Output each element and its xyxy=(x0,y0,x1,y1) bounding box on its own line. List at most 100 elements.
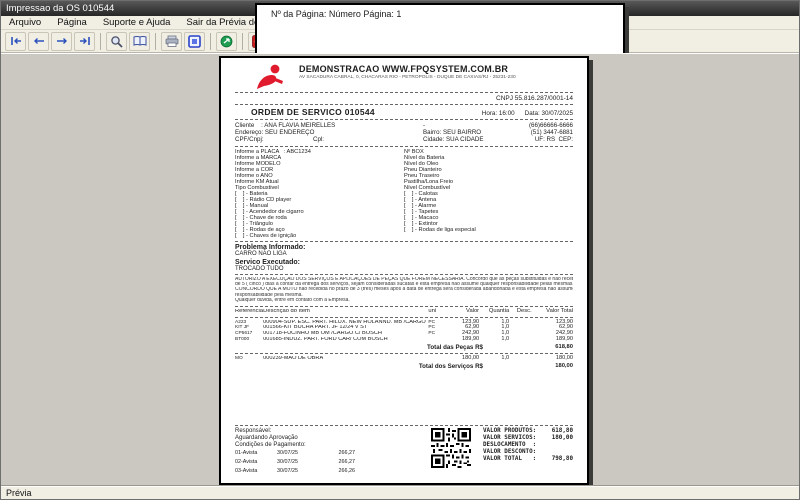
payment-value: 266,27 xyxy=(319,459,355,466)
item-total: 180,00 xyxy=(532,356,573,362)
payment-name: 02-Avista xyxy=(235,459,277,466)
toolbar-separator xyxy=(242,33,243,50)
payment-date: 30/07/25 xyxy=(277,468,319,475)
approval-status: Aguardando Aprovação xyxy=(235,435,395,442)
payment-value: 266,26 xyxy=(319,468,355,475)
total-value: 180,00 xyxy=(552,435,573,442)
prev-page-icon xyxy=(32,36,46,46)
item-ref: BT000 xyxy=(235,337,263,343)
divider xyxy=(235,92,573,93)
total-value: 618,80 xyxy=(552,428,573,435)
two-page-view-button[interactable] xyxy=(129,32,150,51)
last-page-icon xyxy=(78,36,92,46)
total-label: DESLOCAMENTO : xyxy=(483,442,536,449)
checklist-item: [ ] - Chaves de ignição xyxy=(235,233,404,239)
export-button[interactable] xyxy=(216,32,237,51)
first-page-icon xyxy=(9,36,23,46)
payment-name: 03-Avista xyxy=(235,468,277,475)
col-valor-total: Valor Total xyxy=(532,309,573,315)
client-phone2: (51) 3447-6881 xyxy=(531,129,573,136)
client-cpl: Cpl: xyxy=(313,136,423,143)
next-page-button[interactable] xyxy=(51,32,72,51)
problem-value: CARRO NÃO LIGA xyxy=(235,251,573,257)
total-label: VALOR PRODUTOS: xyxy=(483,428,536,435)
magnifier-icon xyxy=(110,35,123,48)
print-preview-window: Impressao da OS 010544 Arquivo Página Su… xyxy=(0,0,800,500)
preview-area[interactable]: DEMONSTRACAO WWW.FPQSYSTEM.COM.BR AV SAC… xyxy=(1,53,799,486)
order-date: Data: 30/07/2025 xyxy=(525,110,573,117)
print-setup-button[interactable] xyxy=(184,32,205,51)
prev-page-button[interactable] xyxy=(28,32,49,51)
status-label: Prévia xyxy=(6,488,32,498)
printer-icon xyxy=(165,35,179,47)
print-button[interactable] xyxy=(161,32,182,51)
divider xyxy=(235,104,573,105)
payment-row: 02-Avista 30/07/25 266,27 xyxy=(235,459,385,466)
parts-total-label: Total das Peças R$ xyxy=(427,344,483,351)
company-logo xyxy=(251,64,285,90)
service-label: Servico Executado: xyxy=(235,259,573,266)
services-total-value: 180,00 xyxy=(529,363,573,370)
payment-date: 30/07/25 xyxy=(277,459,319,466)
divider xyxy=(235,425,573,426)
divider xyxy=(235,483,573,484)
order-title: ORDEM DE SERVICO 010544 xyxy=(251,107,375,117)
zoom-button[interactable] xyxy=(106,32,127,51)
parts-total-row: Total das Peças R$ 618,80 xyxy=(235,344,573,351)
service-value: TROCADO TUDO xyxy=(235,266,573,272)
totals-block: VALOR PRODUTOS: 618,80 VALOR SERVICOS: 180… xyxy=(483,428,573,477)
responsible-label: Responsável: xyxy=(235,428,395,435)
payment-value: 266,27 xyxy=(319,450,355,457)
menu-arquivo[interactable]: Arquivo xyxy=(1,16,49,30)
toolbar-separator xyxy=(100,33,101,50)
item-valor: 180,00 xyxy=(445,356,479,362)
table-row: MO 000239-MAO DE OBRA 180,00 1,0 180,00 xyxy=(235,356,573,362)
payment-row: 03-Avista 30/07/25 266,26 xyxy=(235,468,385,475)
client-address: Endereço: SEU ENDEREÇO xyxy=(235,129,423,136)
total-label: VALOR SERVICOS: xyxy=(483,435,536,442)
total-label: VALOR DESCONTO: xyxy=(483,449,536,456)
client-district: Bairro: SEU BAIRRO xyxy=(423,129,519,136)
first-page-button[interactable] xyxy=(5,32,26,51)
item-desc: 001685-INDUZ. PART. FORD CAR/ COM BOSCH xyxy=(263,337,428,343)
total-label: VALOR TOTAL : xyxy=(483,456,536,463)
toolbar: 1 Nº Zoom Nº da Página: Número Página: 1 xyxy=(1,30,799,53)
toolbar-separator xyxy=(155,33,156,50)
last-page-button[interactable] xyxy=(74,32,95,51)
next-page-icon xyxy=(55,36,69,46)
payment-conditions-label: Condições de Pagamento: xyxy=(235,442,395,449)
window-title: Impressao da OS 010544 xyxy=(6,3,114,14)
problem-label: Problema Informado: xyxy=(235,244,573,251)
authorization-terms: AUTORIZO A EXECUÇÃO DOS SERVIÇOS E APLIC… xyxy=(235,277,573,304)
col-desc: Desc. xyxy=(509,309,532,315)
col-quantia: Quantia xyxy=(479,309,509,315)
payment-schedule: 01-Avista 30/07/25 266,27 02-Avista 30/0… xyxy=(235,450,415,477)
company-cnpj: CNPJ 55.816.287/0001-14 xyxy=(235,95,573,102)
total-value: 798,80 xyxy=(552,456,573,463)
divider xyxy=(235,146,573,147)
item-qty: 1,0 xyxy=(479,337,509,343)
col-referencia: Referencia xyxy=(235,309,263,315)
services-total-label: Total dos Serviços R$ xyxy=(419,363,483,370)
export-icon xyxy=(220,35,234,48)
menu-suporte-e-ajuda[interactable]: Suporte e Ajuda xyxy=(95,16,179,30)
menu-pagina[interactable]: Página xyxy=(49,16,95,30)
payment-name: 01-Avista xyxy=(235,450,277,457)
items-table-header: Referencia Descrição do Item uni Valor Q… xyxy=(235,309,573,315)
order-time: Hora: 16:00 xyxy=(482,110,515,117)
item-desc: 000239-MAO DE OBRA xyxy=(263,356,428,362)
status-bar: Prévia xyxy=(1,486,799,499)
divider xyxy=(235,353,573,354)
print-setup-icon xyxy=(188,35,201,48)
client-cpf: CPF/Cnpj: xyxy=(235,136,313,143)
qr-code xyxy=(431,428,471,468)
divider xyxy=(235,241,573,242)
item-qty: 1,0 xyxy=(479,356,509,362)
toolbar-separator xyxy=(210,33,211,50)
client-city: Cidade: SUA CIDADE xyxy=(423,136,515,143)
divider xyxy=(235,119,573,120)
company-name: DEMONSTRACAO WWW.FPQSYSTEM.COM.BR xyxy=(299,64,516,74)
col-valor: Valor xyxy=(445,309,479,315)
checklist-item: [ ] - Rodas de liga especial xyxy=(404,227,573,233)
book-icon xyxy=(133,35,147,47)
